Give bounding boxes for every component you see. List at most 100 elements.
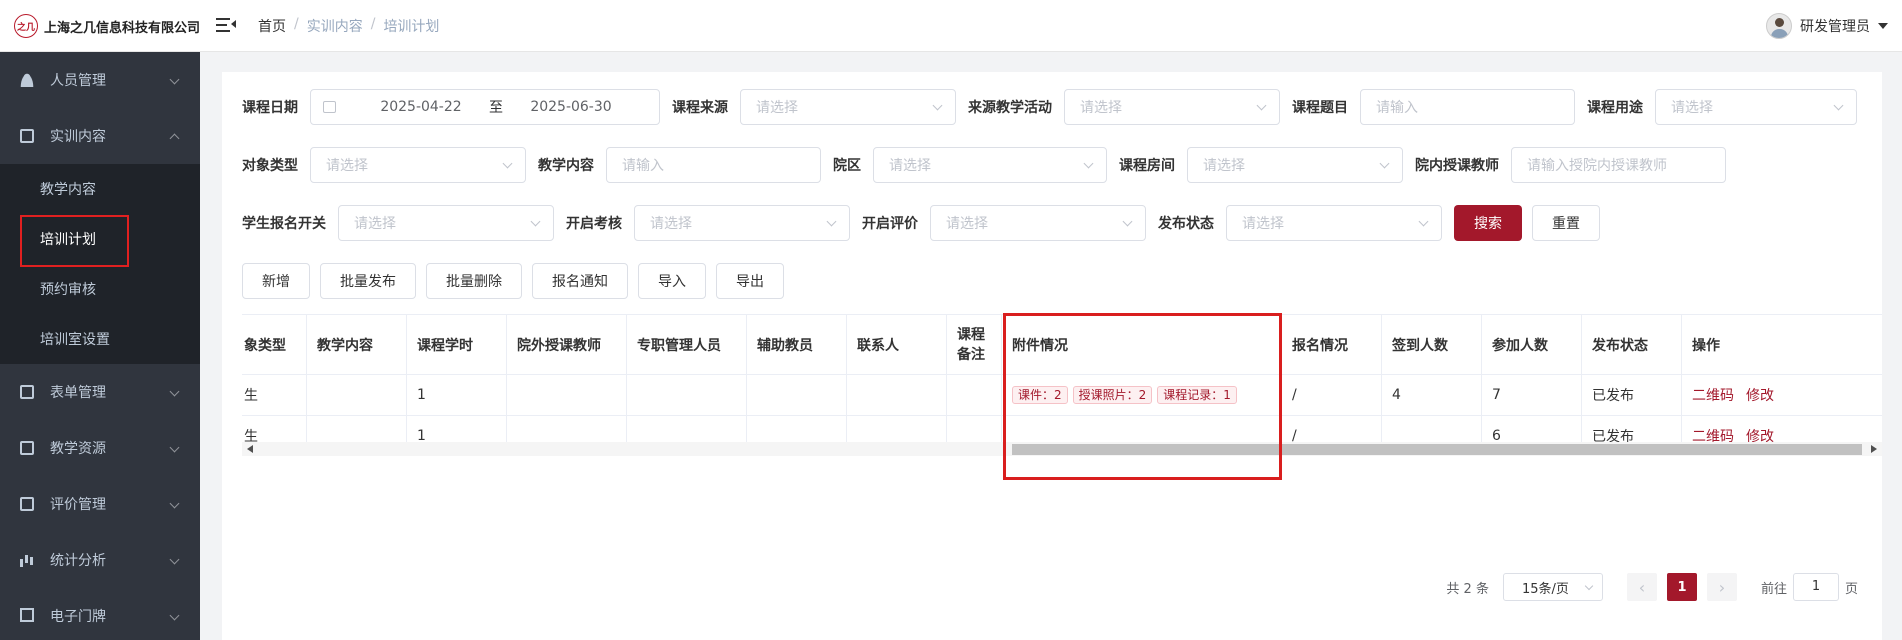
publish-status-select[interactable]: 请选择 bbox=[1226, 205, 1442, 241]
chevron-down-icon bbox=[932, 100, 943, 111]
sidebar-item-doorplate[interactable]: 电子门牌 bbox=[0, 588, 200, 640]
reset-button[interactable]: 重置 bbox=[1532, 205, 1600, 241]
source-activity-select[interactable]: 请选择 bbox=[1064, 89, 1280, 125]
export-button[interactable]: 导出 bbox=[716, 263, 784, 299]
col-header-operations: 操作 bbox=[1682, 315, 1882, 374]
submenu-training: 教学内容 培训计划 预约审核 培训室设置 bbox=[0, 164, 200, 364]
course-topic-input[interactable]: 请输入 bbox=[1360, 89, 1575, 125]
col-header-signup: 报名情况 bbox=[1282, 315, 1382, 374]
select-placeholder: 请选择 bbox=[1242, 216, 1284, 232]
sidebar-item-label: 评价管理 bbox=[50, 497, 106, 513]
input-placeholder: 请输入 bbox=[622, 158, 664, 174]
cell-signin: 4 bbox=[1382, 375, 1482, 415]
scroll-right-arrow-icon[interactable] bbox=[1871, 445, 1877, 453]
batch-delete-button[interactable]: 批量删除 bbox=[426, 263, 522, 299]
input-placeholder: 请输入授院内授课教师 bbox=[1527, 158, 1667, 174]
scroll-left-arrow-icon[interactable] bbox=[247, 445, 253, 453]
sidebar-item-label: 表单管理 bbox=[50, 385, 106, 401]
breadcrumb-home[interactable]: 首页 bbox=[258, 16, 286, 36]
sidebar-item-training[interactable]: 实训内容 bbox=[0, 108, 200, 164]
search-button[interactable]: 搜索 bbox=[1454, 205, 1522, 241]
resource-icon bbox=[20, 441, 34, 455]
company-logo[interactable]: 之几 上海之几信息科技有限公司 bbox=[14, 14, 200, 38]
pagination: 共 2 条 15条/页 ‹ 1 › 前往 1 页 bbox=[1446, 572, 1858, 602]
teaching-content-input[interactable]: 请输入 bbox=[606, 147, 821, 183]
col-header-assistant: 辅助教员 bbox=[747, 315, 847, 374]
col-header-manager: 专职管理人员 bbox=[627, 315, 747, 374]
sidebar-subitem-booking-review[interactable]: 预约审核 bbox=[0, 264, 200, 314]
campus-select[interactable]: 请选择 bbox=[873, 147, 1107, 183]
edit-link[interactable]: 修改 bbox=[1746, 385, 1774, 405]
course-room-select[interactable]: 请选择 bbox=[1187, 147, 1403, 183]
chevron-down-icon bbox=[826, 216, 837, 227]
logo-mark-icon: 之几 bbox=[14, 14, 38, 38]
date-end[interactable]: 2025-06-30 bbox=[516, 99, 626, 115]
qrcode-link[interactable]: 二维码 bbox=[1692, 385, 1734, 405]
date-start[interactable]: 2025-04-22 bbox=[366, 99, 476, 115]
course-source-select[interactable]: 请选择 bbox=[740, 89, 956, 125]
page-suffix: 页 bbox=[1844, 581, 1858, 597]
page-size-select[interactable]: 15条/页 bbox=[1502, 573, 1603, 601]
col-header-contact: 联系人 bbox=[847, 315, 947, 374]
signup-notice-button[interactable]: 报名通知 bbox=[532, 263, 628, 299]
sidebar: 人员管理 实训内容 教学内容 培训计划 预约审核 培训室设置 表单管理 教学资源… bbox=[0, 52, 200, 640]
sidebar-item-forms[interactable]: 表单管理 bbox=[0, 364, 200, 420]
filter-label: 院区 bbox=[833, 158, 861, 174]
cell-join: 7 bbox=[1482, 375, 1582, 415]
filter-label: 对象类型 bbox=[242, 158, 298, 174]
attachment-column-highlight bbox=[1003, 313, 1282, 480]
sidebar-item-label: 实训内容 bbox=[50, 129, 106, 145]
chevron-down-icon bbox=[1584, 581, 1594, 591]
batch-publish-button[interactable]: 批量发布 bbox=[320, 263, 416, 299]
course-use-select[interactable]: 请选择 bbox=[1655, 89, 1857, 125]
col-header-remark: 课程 备注 bbox=[947, 315, 1002, 374]
cell-external-teacher bbox=[507, 375, 627, 415]
object-type-select[interactable]: 请选择 bbox=[310, 147, 526, 183]
top-header: 之几 上海之几信息科技有限公司 首页 / 实训内容 / 培训计划 研发管理员 bbox=[0, 0, 1902, 52]
filter-row-3: 学生报名开关 请选择 开启考核 请选择 开启评价 请选择 发布状态 请选择 搜索… bbox=[242, 205, 1610, 241]
sidebar-item-evaluation[interactable]: 评价管理 bbox=[0, 476, 200, 532]
eval-switch-select[interactable]: 请选择 bbox=[930, 205, 1146, 241]
cell-assistant bbox=[747, 375, 847, 415]
menu-toggle-icon[interactable] bbox=[216, 16, 236, 34]
filter-label: 院内授课教师 bbox=[1415, 158, 1499, 174]
sidebar-item-personnel[interactable]: 人员管理 bbox=[0, 52, 200, 108]
sidebar-subitem-room-settings[interactable]: 培训室设置 bbox=[0, 314, 200, 364]
sidebar-subitem-training-plan[interactable]: 培训计划 bbox=[0, 214, 200, 267]
cell-manager bbox=[627, 375, 747, 415]
cell-status: 已发布 bbox=[1582, 375, 1682, 415]
page-number-current[interactable]: 1 bbox=[1666, 573, 1697, 601]
filter-label: 课程来源 bbox=[672, 100, 728, 116]
sidebar-subitem-teaching-content[interactable]: 教学内容 bbox=[0, 164, 200, 214]
date-separator: 至 bbox=[489, 100, 503, 116]
add-button[interactable]: 新增 bbox=[242, 263, 310, 299]
avatar bbox=[1766, 13, 1792, 39]
import-button[interactable]: 导入 bbox=[638, 263, 706, 299]
chevron-down-icon bbox=[1122, 216, 1133, 227]
sidebar-item-resources[interactable]: 教学资源 bbox=[0, 420, 200, 476]
sidebar-item-label: 电子门牌 bbox=[50, 609, 106, 625]
evaluation-icon bbox=[20, 497, 34, 511]
course-date-range[interactable]: 2025-04-22 至 2025-06-30 bbox=[310, 89, 660, 125]
breadcrumb: 首页 / 实训内容 / 培训计划 bbox=[258, 16, 440, 36]
filter-label: 发布状态 bbox=[1158, 216, 1214, 232]
filter-label: 课程用途 bbox=[1587, 100, 1643, 116]
internal-teacher-input[interactable]: 请输入授院内授课教师 bbox=[1511, 147, 1726, 183]
next-page-button[interactable]: › bbox=[1706, 573, 1737, 601]
col-header-object-type: 象类型 bbox=[242, 315, 307, 374]
select-placeholder: 请选择 bbox=[1203, 158, 1245, 174]
goto-page-input[interactable]: 1 bbox=[1792, 573, 1839, 601]
filter-row-1: 课程日期 2025-04-22 至 2025-06-30 课程来源 请选择 来源… bbox=[242, 89, 1869, 125]
filter-label: 学生报名开关 bbox=[242, 216, 326, 232]
cell-signup: / bbox=[1282, 375, 1382, 415]
exam-switch-select[interactable]: 请选择 bbox=[634, 205, 850, 241]
col-header-external-teacher: 院外授课教师 bbox=[507, 315, 627, 374]
signup-switch-select[interactable]: 请选择 bbox=[338, 205, 554, 241]
filter-label: 教学内容 bbox=[538, 158, 594, 174]
chevron-down-icon bbox=[169, 554, 180, 565]
user-menu[interactable]: 研发管理员 bbox=[1766, 12, 1888, 40]
form-icon bbox=[20, 385, 34, 399]
cell-object-type: 生 bbox=[242, 375, 307, 415]
sidebar-item-statistics[interactable]: 统计分析 bbox=[0, 532, 200, 588]
prev-page-button[interactable]: ‹ bbox=[1626, 573, 1657, 601]
